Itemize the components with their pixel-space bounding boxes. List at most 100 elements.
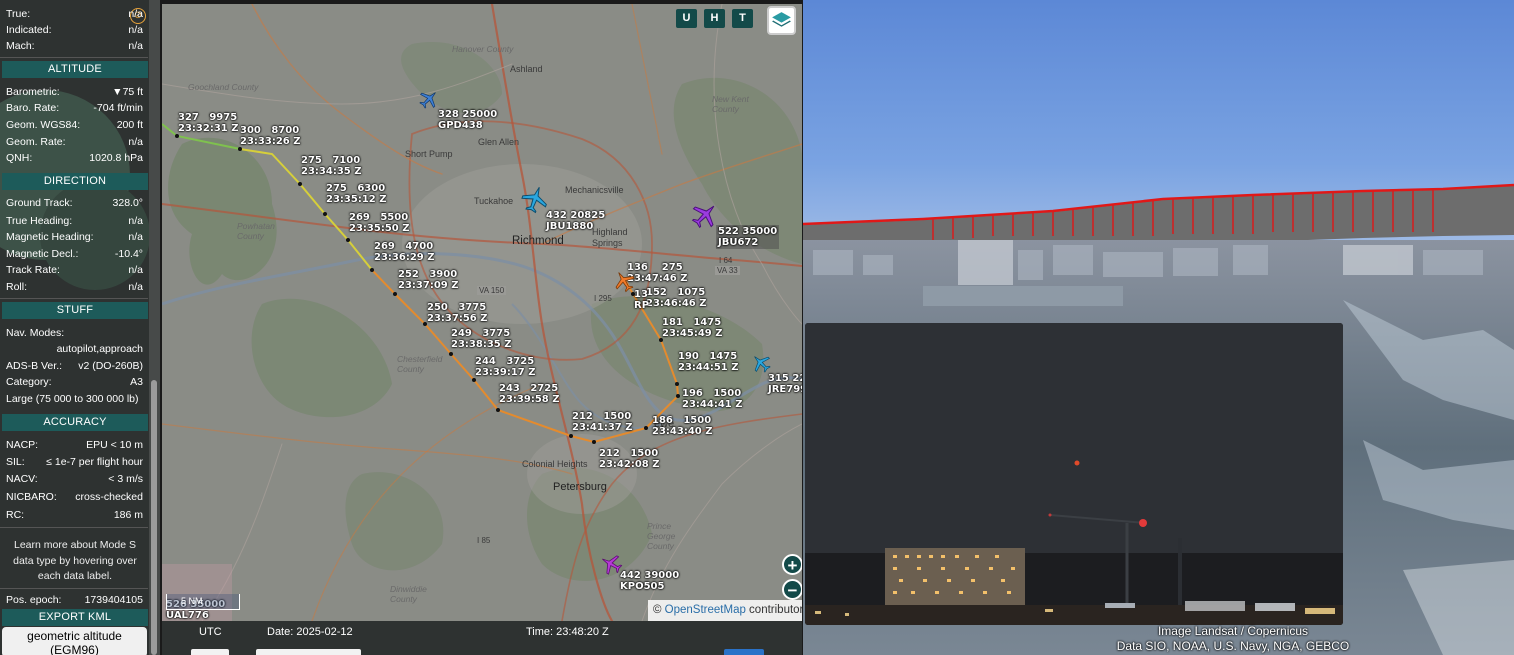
track-point-label: 275 7100 23:34:35 Z (301, 155, 362, 177)
selected-aircraft-label: 13 RP (634, 289, 650, 311)
row-value: n/a (128, 264, 143, 276)
aircraft-label: 432 20825 JBU1880 (546, 210, 606, 232)
track-point-label: 181 1475 23:45:49 Z (662, 317, 723, 339)
utc-label: UTC (199, 626, 222, 638)
aircraft-icon-jre799[interactable] (750, 352, 772, 374)
row-label: Category: (6, 376, 52, 388)
row-value: 1020.8 hPa (89, 152, 143, 164)
category-row: Category: A3 (6, 374, 143, 390)
accuracy-sil-row: SIL: ≤ 1e-7 per flight hour (6, 454, 143, 470)
divider (0, 298, 148, 299)
row-label: Geom. Rate: (6, 136, 66, 148)
date-input[interactable] (256, 649, 361, 655)
speed-true-row: True: n/a (6, 6, 143, 22)
zoom-in-button[interactable]: + (782, 554, 802, 575)
track-point-label: 152 1075 23:46:46 Z (646, 287, 707, 309)
row-value: cross-checked (75, 491, 143, 503)
row-value: n/a (128, 8, 143, 20)
track-point-label: 269 4700 23:36:29 Z (374, 241, 435, 263)
export-kml-geometric-altitude-button[interactable]: geometric altitude (EGM96) (2, 627, 147, 655)
row-label: Barometric: (6, 86, 60, 98)
learn-more-text: Learn more about Mode S data type by hov… (13, 539, 137, 582)
direction-magnetic-heading-row: Magnetic Heading: n/a (6, 229, 143, 245)
row-value: n/a (128, 136, 143, 148)
row-value: 186 m (113, 509, 143, 521)
attribution-prefix: © (653, 604, 665, 616)
imagery-credit-line: Image Landsat / Copernicus (1157, 624, 1309, 638)
imagery-credits: Image Landsat / Copernicus Data SIO, NOA… (1103, 624, 1363, 654)
aircraft-info-sidebar: ⊘ True: n/a Indicated: n/a Mach: n/a ALTITU… (0, 0, 160, 655)
direction-ground-track-row: Ground Track: 328.0° (6, 195, 143, 211)
nav-modes-label-row: Nav. Modes: (6, 325, 143, 341)
altitude-geom-row: Geom. WGS84: 200 ft (6, 117, 143, 133)
row-label: Track Rate: (6, 264, 60, 276)
section-header-accuracy: ACCURACY (2, 414, 148, 431)
flight-map[interactable]: Hanover County Ashland Goochland County … (162, 4, 802, 621)
aircraft-label: 522 35000 JBU672 (716, 225, 780, 249)
track-point-label: 250 3775 23:37:56 Z (427, 302, 488, 324)
row-label: NACV: (6, 473, 38, 485)
row-label: SIL: (6, 456, 25, 468)
date-label: Date: 2025-02-12 (267, 626, 353, 638)
row-label: NICBARO: (6, 491, 57, 503)
row-value: autopilot,approach (56, 343, 143, 355)
row-value: n/a (128, 215, 143, 227)
row-label: Nav. Modes: (6, 327, 65, 339)
3d-flight-view[interactable]: Image Landsat / Copernicus Data SIO, NOA… (803, 0, 1514, 655)
track-point-label: 136 275 23:47:46 Z (627, 262, 688, 284)
row-value: n/a (128, 281, 143, 293)
map-toggle-h-button[interactable]: H (704, 9, 725, 28)
nav-modes-value-row: autopilot,approach (6, 341, 143, 357)
divider (0, 588, 148, 589)
row-value: n/a (128, 40, 143, 52)
row-value: ▼75 ft (112, 86, 143, 98)
speed-indicated-row: Indicated: n/a (6, 22, 143, 38)
inset-camera-image (805, 323, 1343, 625)
map-toggle-u-button[interactable]: U (676, 9, 697, 28)
row-value: 200 ft (116, 119, 143, 131)
aircraft-label: 315 22 JRE799 (768, 373, 802, 395)
section-header-altitude: ALTITUDE (2, 61, 148, 78)
openstreetmap-link[interactable]: OpenStreetMap (665, 604, 746, 616)
layers-icon (772, 12, 791, 27)
track-point-label: 300 8700 23:33:26 Z (240, 125, 301, 147)
row-label: ADS-B Ver.: (6, 360, 63, 372)
accuracy-nacv-row: NACV: < 3 m/s (6, 471, 143, 487)
row-label: Pos. epoch: (6, 594, 62, 606)
row-label: Roll: (6, 281, 28, 293)
section-header-export-kml: EXPORT KML (2, 609, 148, 626)
track-point-label: 275 6300 23:35:12 Z (326, 183, 387, 205)
time-label: Time: 23:48:20 Z (526, 626, 609, 638)
sidebar-scrollbar[interactable] (151, 380, 157, 655)
track-point-label: 190 1475 23:44:51 Z (678, 351, 739, 373)
track-point-label: 249 3775 23:38:35 Z (451, 328, 512, 350)
direction-magnetic-decl-row: Magnetic Decl.: -10.4° (6, 246, 143, 262)
row-value: 328.0° (112, 197, 143, 209)
altitude-qnh-row: QNH: 1020.8 hPa (6, 150, 143, 166)
map-toggle-t-button[interactable]: T (732, 9, 753, 28)
altitude-barometric-row: Barometric: ▼75 ft (6, 84, 143, 100)
row-label: True: (6, 8, 31, 20)
accuracy-nicbaro-row: NICBARO: cross-checked (6, 489, 143, 505)
category-description-row: Large (75 000 to 300 000 lb) (6, 391, 143, 407)
replay-control[interactable] (191, 649, 229, 655)
row-label: Geom. WGS84: (6, 119, 81, 131)
zoom-out-button[interactable]: − (782, 579, 802, 600)
row-value: ≤ 1e-7 per flight hour (46, 456, 143, 468)
row-value: EPU < 10 m (86, 439, 143, 451)
selected-aircraft-icon[interactable] (612, 269, 636, 293)
track-point-label: 212 1500 23:41:37 Z (572, 411, 633, 433)
map-status-bar: UTC Date: 2025-02-12 Time: 23:48:20 Z (162, 621, 802, 655)
row-value: n/a (128, 231, 143, 243)
row-label: Baro. Rate: (6, 102, 60, 114)
direction-true-heading-row: True Heading: n/a (6, 213, 143, 229)
layers-button[interactable] (767, 6, 796, 35)
row-value: n/a (128, 24, 143, 36)
row-value: -10.4° (114, 248, 143, 260)
aircraft-label: 442 39000 KPO505 (620, 570, 680, 592)
aircraft-icon-gpd438[interactable] (418, 88, 440, 110)
play-button[interactable] (724, 649, 764, 655)
attribution-suffix: contributors (749, 604, 802, 616)
row-value: A3 (130, 376, 143, 388)
track-point-label: 243 2725 23:39:58 Z (499, 383, 560, 405)
